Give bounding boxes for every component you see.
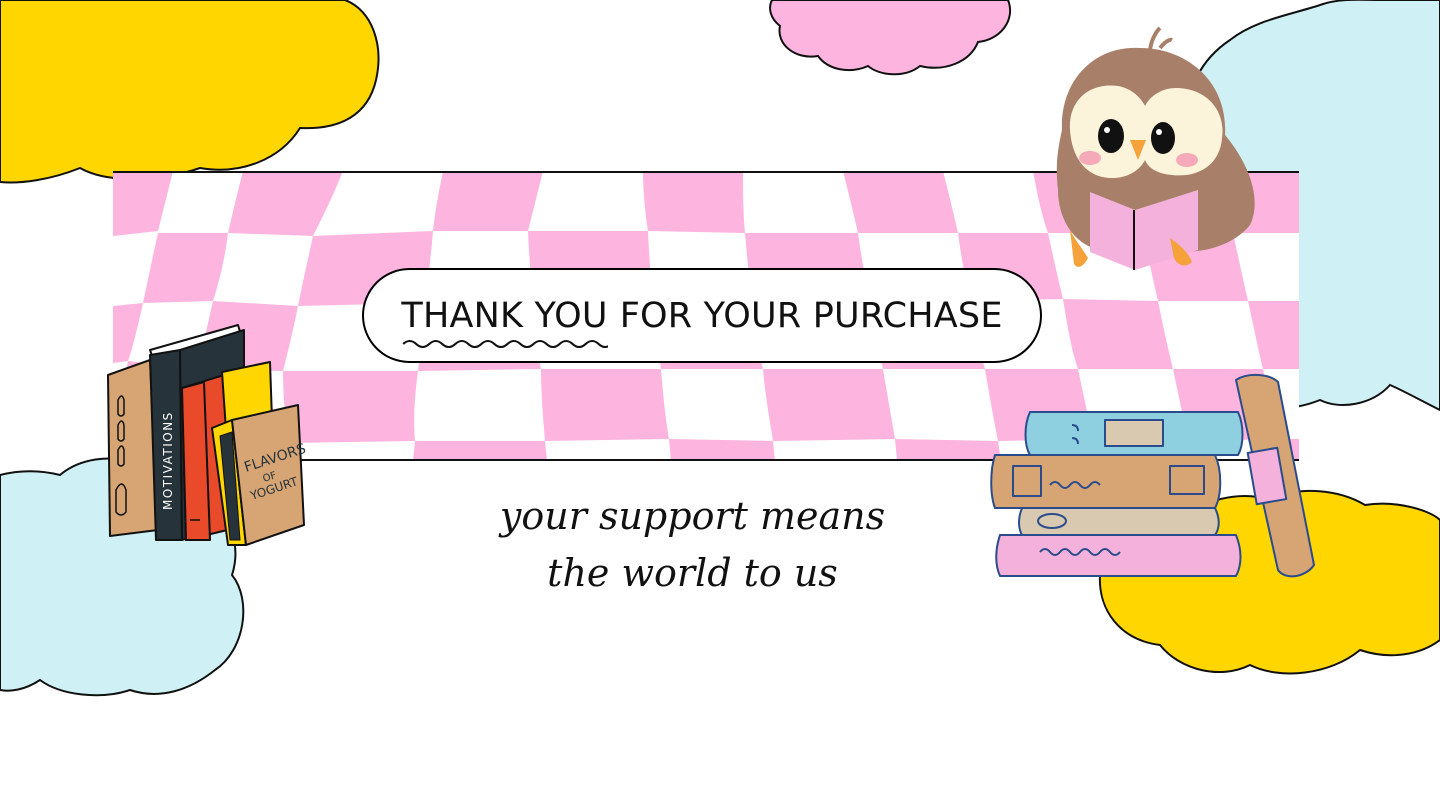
cloud-icon — [769, 0, 1011, 76]
title-rest-text: FOR YOUR PURCHASE — [619, 295, 1003, 336]
thank-you-heading: THANK YOU FOR YOUR PURCHASE — [362, 268, 1042, 363]
tagline: your support means the world to us — [420, 488, 965, 602]
title-highlight-text: THANK YOU — [401, 295, 608, 336]
cloud-icon — [0, 0, 380, 184]
tagline-line-1: your support means — [499, 494, 886, 538]
squiggle-underline-icon — [402, 339, 608, 348]
tagline-line-2: the world to us — [547, 551, 838, 595]
cloud-icon — [0, 457, 245, 697]
thank-you-highlight: THANK YOU — [401, 295, 608, 348]
cloud-icon — [1098, 490, 1440, 675]
